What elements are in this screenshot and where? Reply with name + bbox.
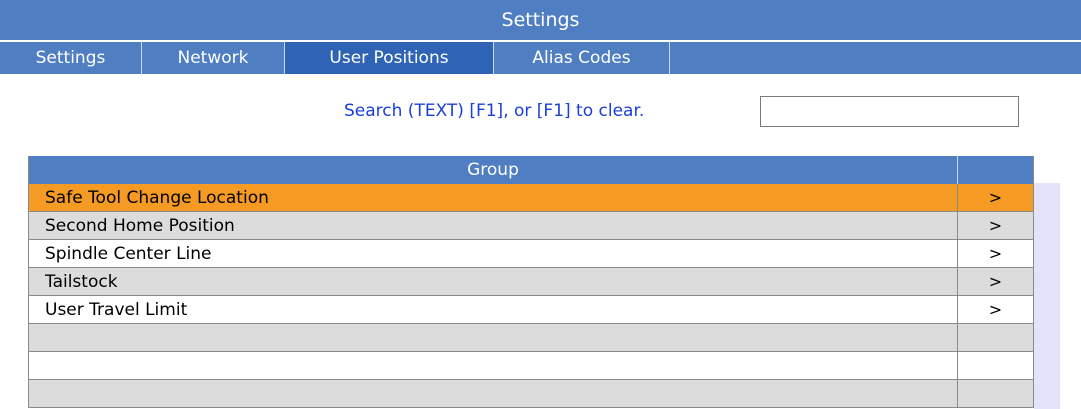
tab-bar: Settings Network User Positions Alias Co… — [0, 41, 1081, 74]
row-name: Second Home Position — [29, 212, 958, 239]
tab-network[interactable]: Network — [142, 42, 285, 74]
row-arrow[interactable]: > — [958, 184, 1033, 211]
row-name — [29, 380, 958, 407]
row-name — [29, 324, 958, 351]
table-row — [29, 324, 1033, 352]
table-row[interactable]: Tailstock > — [29, 268, 1033, 296]
row-arrow — [958, 352, 1033, 379]
row-name: Safe Tool Change Location — [29, 184, 958, 211]
tab-settings-label: Settings — [35, 48, 106, 68]
column-header-arrow — [958, 156, 1033, 184]
table-row — [29, 380, 1033, 408]
search-input[interactable] — [760, 96, 1019, 127]
tab-user-positions[interactable]: User Positions — [285, 42, 494, 74]
column-header-group: Group — [29, 156, 958, 184]
table-row[interactable]: Spindle Center Line > — [29, 240, 1033, 268]
row-arrow[interactable]: > — [958, 268, 1033, 295]
tab-settings[interactable]: Settings — [0, 42, 142, 74]
side-panel — [1034, 183, 1060, 409]
row-name: Tailstock — [29, 268, 958, 295]
row-name — [29, 352, 958, 379]
tab-alias-codes[interactable]: Alias Codes — [494, 42, 670, 74]
table-row[interactable]: User Travel Limit > — [29, 296, 1033, 324]
table-row — [29, 352, 1033, 380]
row-arrow[interactable]: > — [958, 240, 1033, 267]
tab-alias-codes-label: Alias Codes — [532, 48, 631, 68]
row-arrow[interactable]: > — [958, 296, 1033, 323]
row-name: Spindle Center Line — [29, 240, 958, 267]
row-arrow — [958, 324, 1033, 351]
group-table: Group Safe Tool Change Location > Second… — [28, 156, 1034, 408]
row-arrow — [958, 380, 1033, 407]
search-label: Search (TEXT) [F1], or [F1] to clear. — [344, 101, 645, 121]
row-name: User Travel Limit — [29, 296, 958, 323]
tab-network-label: Network — [177, 48, 249, 68]
table-row[interactable]: Second Home Position > — [29, 212, 1033, 240]
table-header: Group — [29, 156, 1033, 184]
window-title: Settings — [0, 0, 1081, 40]
table-row[interactable]: Safe Tool Change Location > — [29, 184, 1033, 212]
settings-window: Settings Settings Network User Positions… — [0, 0, 1081, 409]
row-arrow[interactable]: > — [958, 212, 1033, 239]
tab-user-positions-label: User Positions — [329, 48, 449, 68]
